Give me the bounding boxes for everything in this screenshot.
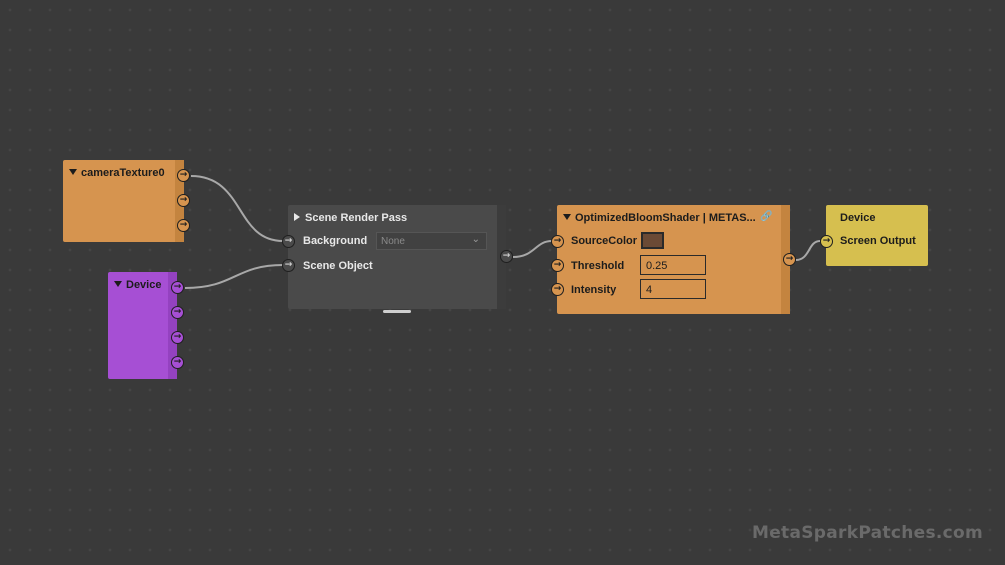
device-output-port-4[interactable]: → — [171, 356, 184, 369]
intensity-label: Intensity — [571, 284, 617, 296]
wire-bloom-to-screen-output — [795, 240, 821, 261]
device-node-title[interactable]: Device — [114, 279, 161, 291]
threshold-input-port[interactable]: → — [551, 259, 564, 272]
camera-output-port-3[interactable]: → — [177, 219, 190, 232]
sourcecolor-label: SourceColor — [571, 235, 638, 247]
chevron-down-icon: ⌄ — [471, 234, 480, 245]
device-output-port-1[interactable]: → — [171, 281, 184, 294]
watermark: MetaSparkPatches.com — [752, 523, 983, 543]
wire-camera-to-background — [190, 175, 284, 242]
wire-device-to-scene-object — [184, 264, 284, 289]
background-label: Background — [303, 235, 368, 247]
device-output-port-3[interactable]: → — [171, 331, 184, 344]
link-icon[interactable]: 🔗 — [760, 211, 772, 222]
device-output-node[interactable]: Device Screen Output — [826, 205, 928, 266]
triangle-down-icon[interactable] — [563, 214, 571, 220]
wire-render-to-sourcecolor — [512, 240, 553, 258]
background-input-port[interactable]: → — [282, 235, 295, 248]
device-node[interactable]: Device — [108, 272, 177, 379]
intensity-input[interactable]: 4 — [640, 279, 706, 299]
scene-object-input-port[interactable]: → — [282, 259, 295, 272]
sourcecolor-swatch[interactable] — [641, 232, 664, 249]
camera-texture-title[interactable]: cameraTexture0 — [69, 167, 165, 179]
bloom-shader-title[interactable]: OptimizedBloomShader | METAS... — [563, 212, 756, 224]
screen-output-input-port[interactable]: → — [820, 235, 833, 248]
scene-render-pass-node[interactable]: Scene Render Pass Background None ⌄ Scen… — [288, 205, 506, 313]
background-dropdown[interactable]: None ⌄ — [376, 232, 487, 250]
camera-output-port-1[interactable]: → — [177, 169, 190, 182]
bloom-shader-node[interactable]: OptimizedBloomShader | METAS... 🔗 Source… — [557, 205, 790, 314]
camera-texture-node[interactable]: cameraTexture0 — [63, 160, 184, 242]
resize-handle[interactable] — [383, 310, 411, 313]
scene-object-label: Scene Object — [303, 260, 373, 272]
threshold-input[interactable]: 0.25 — [640, 255, 706, 275]
device-output-title[interactable]: Device — [840, 212, 875, 224]
camera-output-port-2[interactable]: → — [177, 194, 190, 207]
bloom-output-port[interactable]: → — [783, 253, 796, 266]
triangle-down-icon[interactable] — [69, 169, 77, 175]
screen-output-label: Screen Output — [840, 235, 916, 247]
threshold-label: Threshold — [571, 260, 625, 272]
render-output-port[interactable]: → — [500, 250, 513, 263]
background-dropdown-value: None — [381, 236, 405, 247]
device-output-port-2[interactable]: → — [171, 306, 184, 319]
sourcecolor-input-port[interactable]: → — [551, 235, 564, 248]
scene-render-pass-title[interactable]: Scene Render Pass — [294, 212, 407, 224]
triangle-right-icon[interactable] — [294, 213, 300, 221]
triangle-down-icon[interactable] — [114, 281, 122, 287]
intensity-input-port[interactable]: → — [551, 283, 564, 296]
